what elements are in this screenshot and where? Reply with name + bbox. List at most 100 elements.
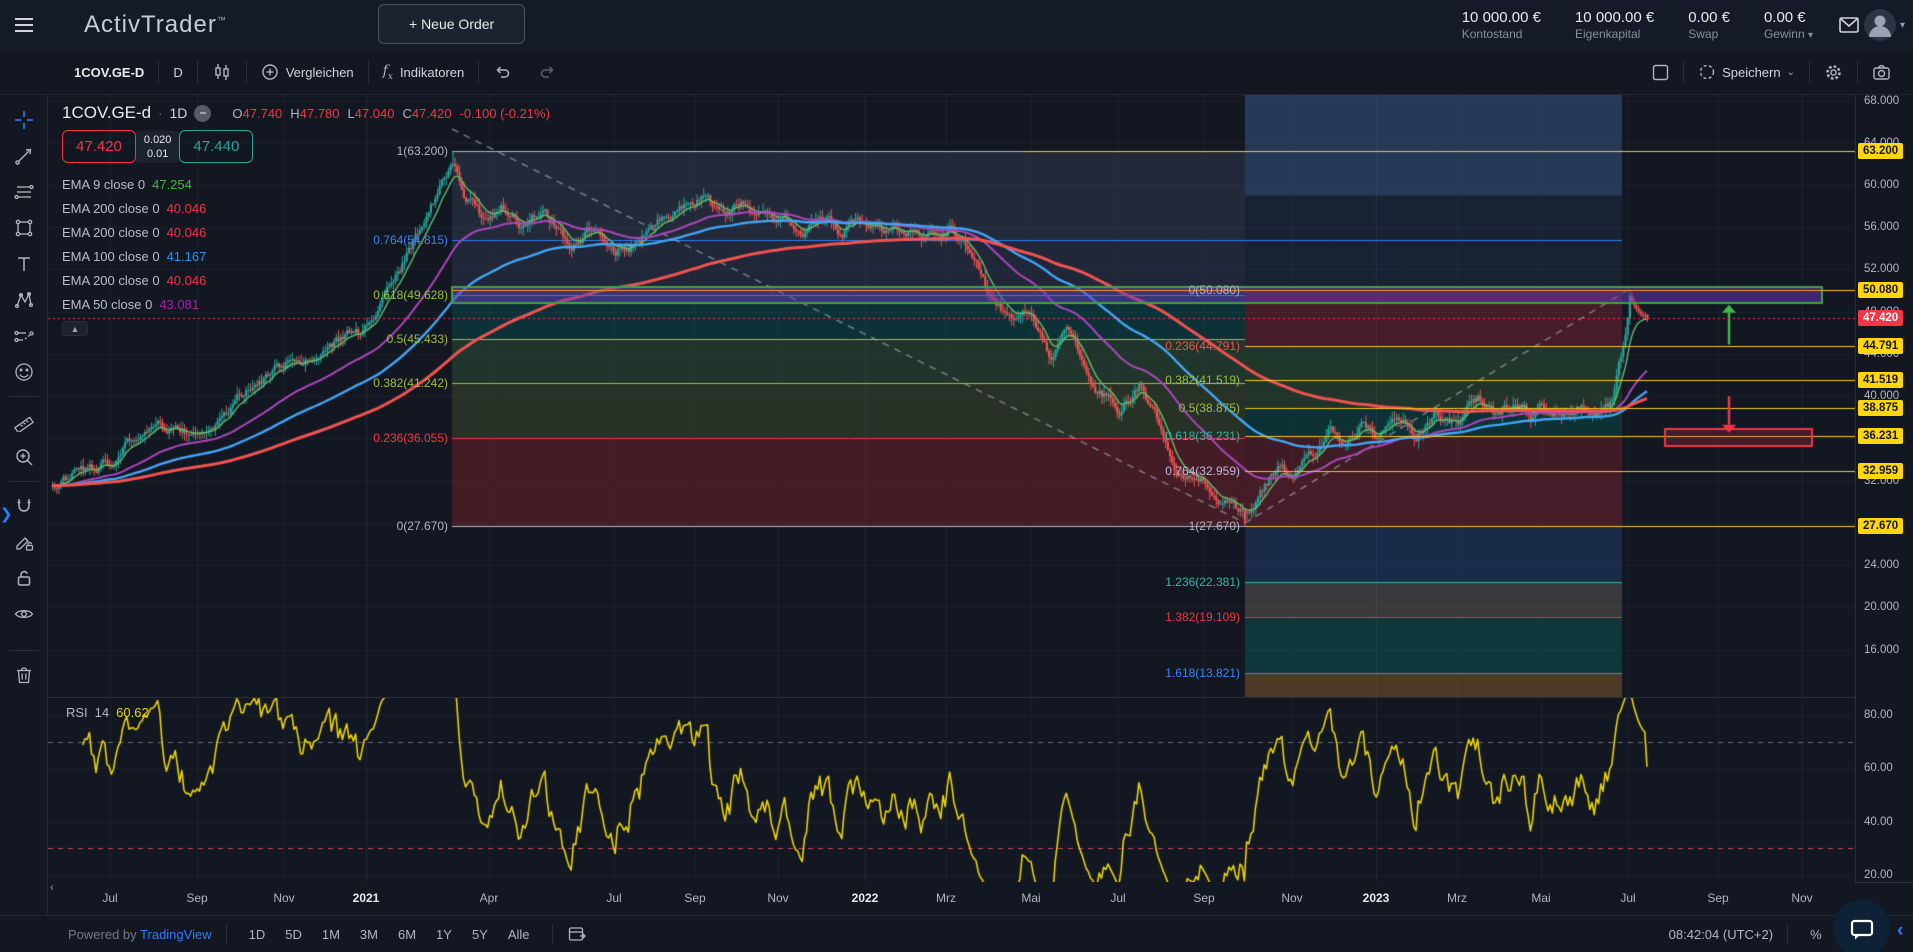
camera-icon[interactable] [1858, 58, 1905, 86]
indicator-legend-row[interactable]: EMA 200 close 040.046 [62, 196, 550, 220]
stat-eigenkapital: 10 000.00 € Eigenkapital [1575, 9, 1654, 41]
shapes-tool-icon[interactable] [7, 211, 41, 245]
zoom-in-tool-icon[interactable] [7, 440, 41, 474]
range-button-6m[interactable]: 6M [390, 924, 424, 945]
time-tick-label: Sep [684, 891, 705, 905]
level-price-badge: 50.080 [1858, 282, 1903, 298]
rsi-tick-label: 20.00 [1864, 869, 1893, 881]
indicator-legend-rows: EMA 9 close 047.254EMA 200 close 040.046… [62, 172, 550, 316]
price-axis[interactable]: 68.00064.00060.00056.00052.00048.00044.0… [1855, 95, 1913, 882]
indicator-value: 43.081 [159, 297, 199, 312]
indicator-legend-row[interactable]: EMA 50 close 043.081 [62, 292, 550, 316]
chart-type-candles-icon[interactable] [198, 58, 246, 86]
rsi-legend[interactable]: RSI 14 60.62 [66, 705, 149, 720]
indicator-legend-row[interactable]: EMA 9 close 047.254 [62, 172, 550, 196]
level-price-badge: 38.875 [1858, 400, 1903, 416]
price-tick-label: 20.000 [1864, 601, 1899, 613]
text-tool-icon[interactable] [7, 247, 41, 281]
drawing-mode-lock-icon[interactable] [7, 525, 41, 559]
time-tick-label: Jul [1620, 891, 1635, 905]
time-axis[interactable]: ‹ JulSepNov2021AprJulSepNov2022MrzMaiJul… [48, 882, 1855, 915]
price-tick-label: 16.000 [1864, 644, 1899, 656]
lock-all-icon[interactable] [7, 561, 41, 595]
redo-icon[interactable] [525, 58, 571, 86]
rsi-pane-canvas[interactable] [48, 697, 1855, 882]
new-order-button[interactable]: + Neue Order [378, 4, 525, 44]
powered-by: Powered by TradingView [68, 927, 212, 942]
undo-icon[interactable] [479, 58, 525, 86]
ohlc-values: O47.740 H47.780 L47.040 C47.420 -0.100 (… [232, 106, 550, 121]
tradingview-link[interactable]: TradingView [140, 927, 212, 942]
time-tick-label: 2022 [852, 891, 879, 905]
delete-drawings-trash-icon[interactable] [7, 658, 41, 692]
range-button-1m[interactable]: 1M [314, 924, 348, 945]
app-logo: ActivTrader™ [84, 11, 227, 39]
pattern-tool-icon[interactable] [7, 283, 41, 317]
indicator-value: 40.046 [167, 225, 207, 240]
current-price-badge: 47.420 [1858, 310, 1903, 326]
support-chat-button[interactable] [1833, 900, 1890, 952]
measure-tool-icon[interactable] [7, 404, 41, 438]
time-tick-label: Sep [1707, 891, 1728, 905]
indicator-legend-row[interactable]: EMA 100 close 041.167 [62, 244, 550, 268]
rsi-tick-label: 40.00 [1864, 816, 1893, 828]
indicator-legend-row[interactable]: EMA 200 close 040.046 [62, 268, 550, 292]
range-button-5y[interactable]: 5Y [464, 924, 496, 945]
chart-toolbar: 1COV.GE-D D Vergleichen fx Indikatoren [0, 50, 1913, 95]
menu-icon[interactable] [0, 0, 48, 50]
forecast-tool-icon[interactable] [7, 319, 41, 353]
interval-button[interactable]: D [159, 58, 196, 86]
trend-line-tool-icon[interactable] [7, 139, 41, 173]
panel-expand-chevron-icon[interactable]: ❯ [0, 505, 13, 523]
indicators-button[interactable]: fx Indikatoren [369, 58, 479, 86]
compare-button[interactable]: Vergleichen [247, 58, 368, 86]
mail-icon[interactable] [1837, 13, 1861, 37]
level-price-badge: 27.670 [1858, 518, 1903, 534]
level-price-badge: 63.200 [1858, 143, 1903, 159]
fib-retracement-tool-icon[interactable] [7, 175, 41, 209]
buy-button[interactable]: 47.440 [179, 130, 253, 163]
symbol-title[interactable]: 1COV.GE-d [62, 103, 151, 123]
goto-date-calendar-icon[interactable] [567, 924, 587, 944]
bottom-bar: Powered by TradingView 1D5D1M3M6M1Y5YAll… [0, 915, 1913, 952]
interval-label[interactable]: 1D [169, 105, 187, 121]
symbol-button[interactable]: 1COV.GE-D [60, 58, 158, 86]
rsi-tick-label: 60.00 [1864, 762, 1893, 774]
range-button-1d[interactable]: 1D [241, 924, 274, 945]
session-clock[interactable]: 08:42:04 (UTC+2) [1669, 927, 1773, 942]
user-avatar[interactable]: ▾ [1862, 7, 1905, 43]
percent-scale-button[interactable]: % [1802, 924, 1830, 945]
emoji-tool-icon[interactable] [7, 355, 41, 389]
hide-series-icon[interactable]: − [194, 105, 211, 122]
save-button[interactable]: Speichern ⌄ [1684, 58, 1809, 86]
price-tick-label: 56.000 [1864, 221, 1899, 233]
time-tick-label: Sep [186, 891, 207, 905]
range-button-1y[interactable]: 1Y [428, 924, 460, 945]
range-button-5d[interactable]: 5D [277, 924, 310, 945]
level-price-badge: 44.791 [1858, 338, 1903, 354]
pane-divider[interactable] [48, 697, 1913, 698]
time-tick-label: Nov [1281, 891, 1302, 905]
indicator-name: EMA 100 close 0 [62, 249, 160, 264]
sell-button[interactable]: 47.420 [62, 130, 136, 163]
hide-drawings-eye-icon[interactable] [7, 597, 41, 631]
time-tick-label: Nov [767, 891, 788, 905]
layout-icon[interactable] [1638, 58, 1683, 86]
spread-display: 0.020 0.01 [136, 131, 180, 163]
indicator-legend-row[interactable]: EMA 200 close 040.046 [62, 220, 550, 244]
stat-kontostand: 10 000.00 € Kontostand [1462, 9, 1541, 41]
rsi-tick-label: 80.00 [1864, 709, 1893, 721]
time-tick-label: Mai [1531, 891, 1550, 905]
account-stats: 10 000.00 € Kontostand 10 000.00 € Eigen… [1462, 0, 1813, 50]
indicator-name: EMA 200 close 0 [62, 273, 160, 288]
time-tick-label: Nov [273, 891, 294, 905]
range-button-3m[interactable]: 3M [352, 924, 386, 945]
time-axis-collapse-icon[interactable]: ‹ [50, 882, 54, 894]
legend-collapse-button[interactable]: ▲ [62, 321, 88, 336]
range-button-alle[interactable]: Alle [500, 924, 538, 945]
crosshair-tool-icon[interactable] [7, 103, 41, 137]
indicator-name: EMA 200 close 0 [62, 201, 160, 216]
settings-gear-icon[interactable] [1810, 58, 1857, 86]
corner-collapse-chevron-icon[interactable]: ‹ [1897, 920, 1903, 942]
stat-gewinn[interactable]: 0.00 € Gewinn ▾ [1764, 9, 1813, 41]
